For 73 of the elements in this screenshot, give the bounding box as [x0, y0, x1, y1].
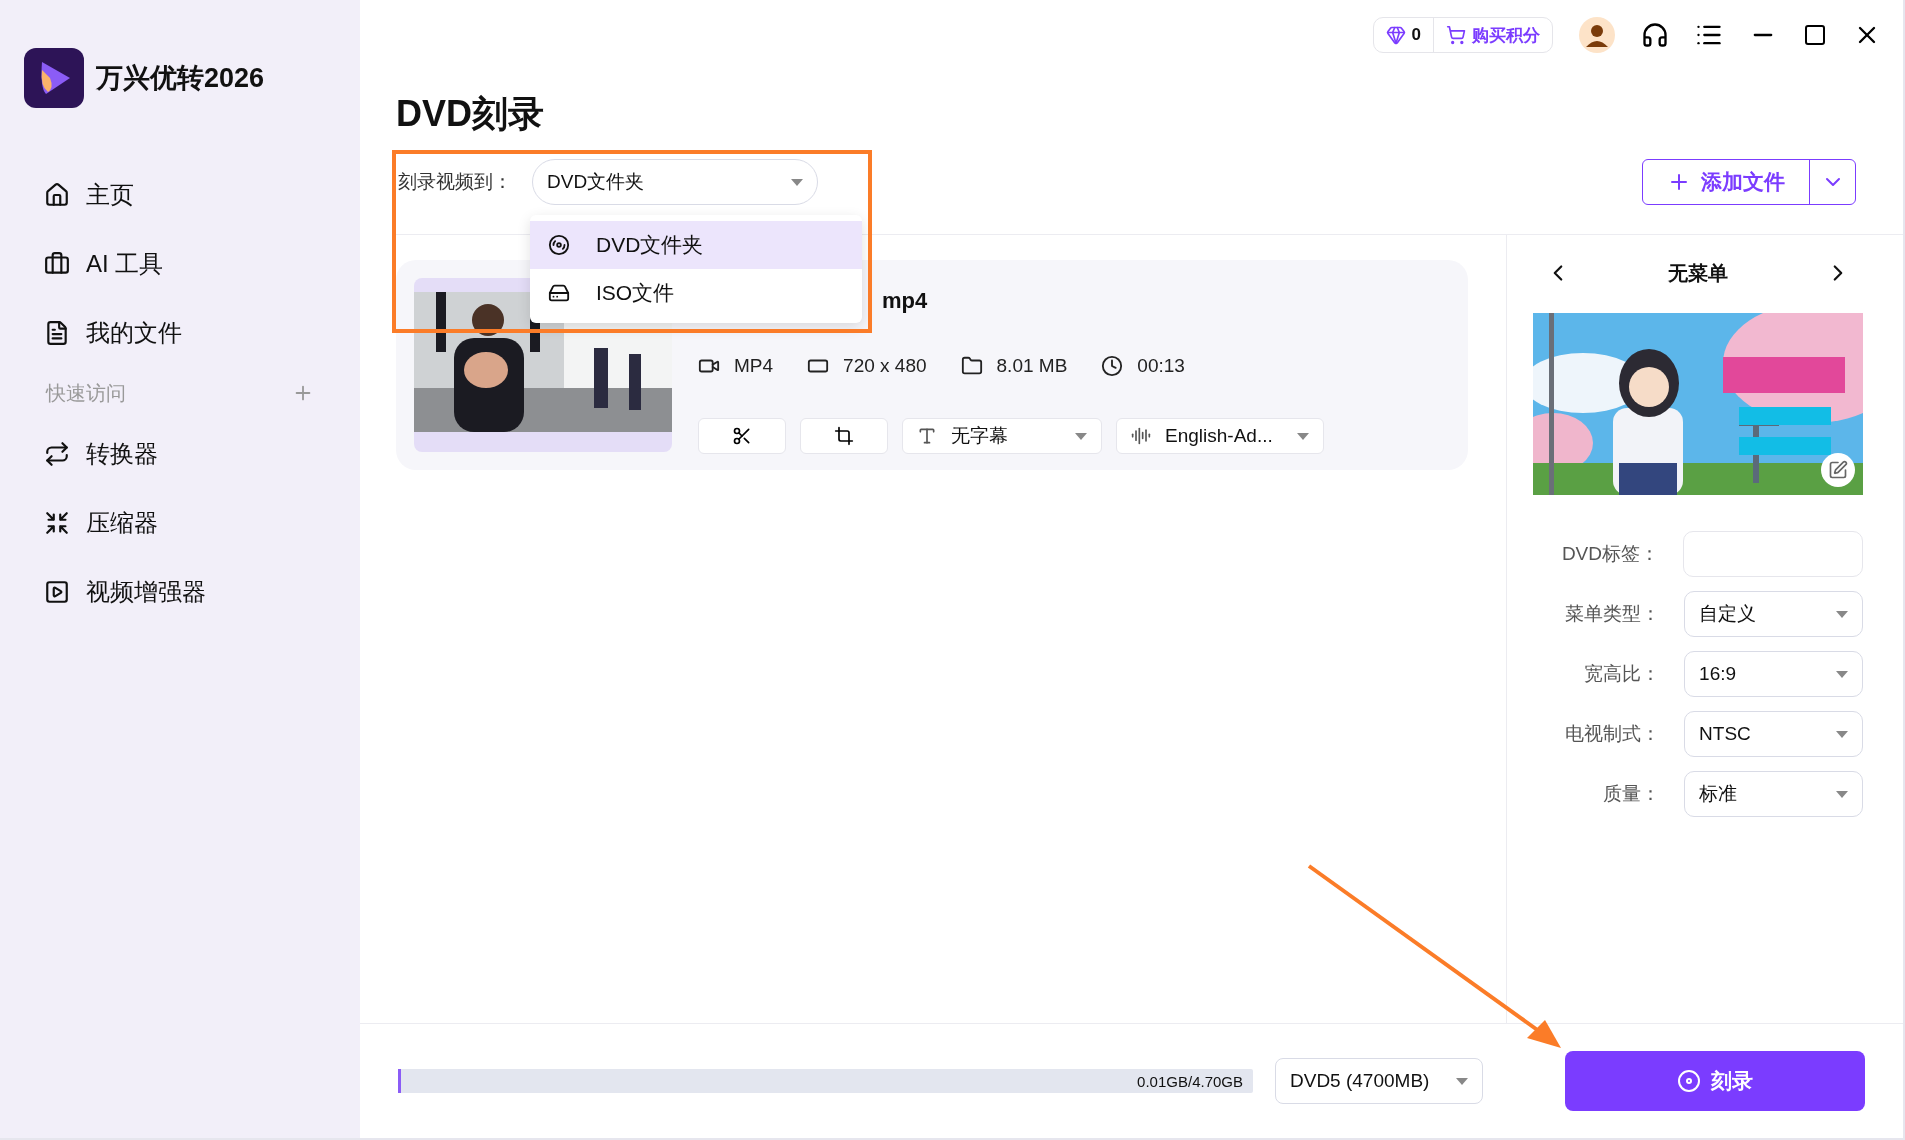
nav-item[interactable]: 我的文件 [24, 298, 360, 367]
field-label: 电视制式： [1564, 722, 1661, 746]
option-select[interactable]: 16:9 [1684, 651, 1863, 697]
file-meta: 8.01 MB [996, 355, 1068, 377]
file-meta: 00:13 [1137, 355, 1185, 377]
nav-item[interactable]: AI 工具 [24, 229, 360, 298]
menu-item[interactable]: ISO文件 [530, 269, 862, 317]
field-label: 刻录视频到： [398, 170, 512, 194]
caret-icon [1456, 1077, 1468, 1085]
field-label: 宽高比： [1583, 662, 1661, 686]
caret-icon [1075, 432, 1087, 440]
folder-icon [960, 355, 983, 377]
nav-label: 压缩器 [86, 507, 158, 538]
clock-icon [1101, 355, 1124, 377]
section-label: 快速访问 [46, 380, 126, 406]
cart-icon [1446, 25, 1466, 45]
gem-icon [1385, 25, 1406, 45]
crop-button[interactable] [800, 418, 888, 454]
compress-icon [44, 509, 70, 536]
nav-label: 主页 [86, 179, 134, 210]
file-meta: MP4 [734, 355, 774, 377]
headset-icon[interactable] [1641, 21, 1669, 49]
nav-item[interactable]: 视频增强器 [24, 557, 360, 626]
convert-icon [44, 440, 70, 467]
field-label: DVD标签： [1560, 542, 1659, 566]
field-label: 质量： [1602, 782, 1661, 806]
briefcase-icon [44, 250, 70, 277]
home-icon [44, 181, 70, 208]
nav-label: 我的文件 [86, 317, 182, 348]
document-icon [44, 319, 70, 346]
scissors-icon [732, 426, 752, 446]
nav-label: 转换器 [86, 438, 158, 469]
caret-icon [1836, 610, 1848, 618]
audio-icon [1131, 426, 1151, 446]
nav-label: AI 工具 [86, 248, 164, 279]
maximize-icon[interactable] [1803, 23, 1827, 47]
subtitle-select[interactable]: 无字幕 [902, 418, 1102, 454]
text-icon [917, 426, 937, 446]
audio-select[interactable]: English-Ad... [1116, 418, 1324, 454]
field-label: 菜单类型： [1564, 602, 1661, 626]
nav-item[interactable]: 压缩器 [24, 488, 360, 557]
file-name: mp4 [882, 288, 929, 314]
caret-icon [1836, 670, 1848, 678]
caret-icon [1297, 432, 1309, 440]
nav-label: 视频增强器 [86, 576, 206, 607]
nav-item[interactable]: 转换器 [24, 419, 360, 488]
drive-icon [548, 282, 570, 304]
app-name: 万兴优转2026 [96, 62, 265, 95]
option-select[interactable]: 自定义 [1684, 591, 1863, 637]
nav-item[interactable]: 主页 [24, 160, 360, 229]
crop-icon [834, 426, 854, 446]
option-select[interactable]: NTSC [1684, 711, 1863, 757]
add-file-button[interactable]: 添加文件 [1643, 160, 1809, 204]
disc-type-select[interactable]: DVD5 (4700MB) [1275, 1058, 1483, 1104]
buy-credits-button[interactable]: 购买积分 [1433, 18, 1552, 52]
dvd-label-field[interactable] [1683, 531, 1863, 577]
app-logo [24, 48, 84, 108]
play-icon [44, 578, 70, 605]
disc-icon [1677, 1069, 1701, 1093]
disc-icon [548, 234, 570, 256]
caret-icon [1836, 790, 1848, 798]
caret-icon [1836, 730, 1848, 738]
caret-icon [791, 178, 803, 186]
trim-button[interactable] [698, 418, 786, 454]
usage-text: 0.01GB/4.70GB [1137, 1072, 1243, 1090]
option-select[interactable]: 标准 [1684, 771, 1863, 817]
file-meta: 720 x 480 [843, 355, 927, 377]
menu-template-title: 无菜单 [1668, 260, 1728, 286]
avatar-icon[interactable] [1579, 17, 1615, 53]
menu-item[interactable]: DVD文件夹 [530, 221, 862, 269]
burn-button[interactable]: 刻录 [1565, 1051, 1865, 1111]
page-title: DVD刻录 [396, 92, 545, 136]
credits-count: 0 [1373, 18, 1433, 52]
